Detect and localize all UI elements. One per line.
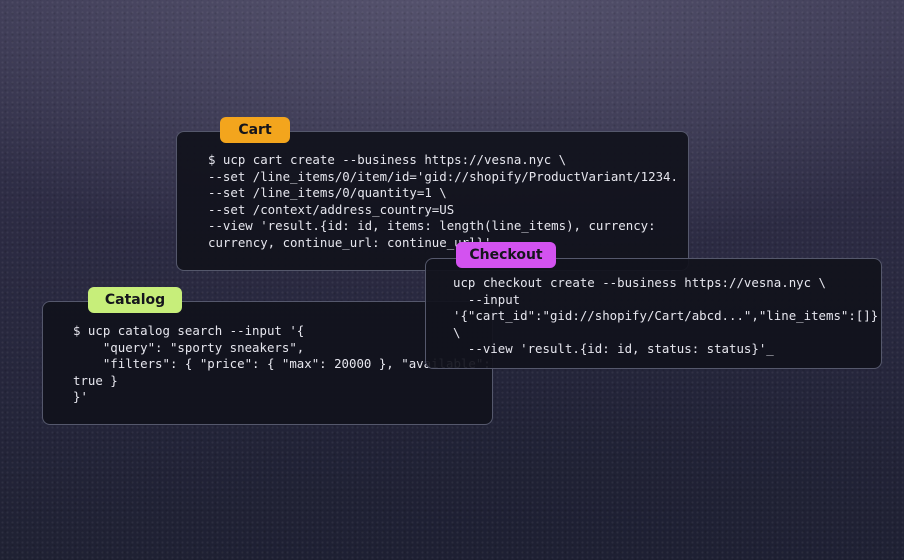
code-line: --view 'result.{id: id, items: length(li… — [208, 218, 656, 234]
code-line: --set /line_items/0/quantity=1 \ — [208, 185, 447, 201]
code-line: }' — [73, 389, 88, 405]
cart-code-block: $ ucp cart create --business https://ves… — [208, 152, 678, 252]
checkout-tag: Checkout — [456, 242, 556, 268]
code-line: --set /context/address_country=US — [208, 201, 455, 217]
cart-code-panel: $ ucp cart create --business https://ves… — [176, 131, 689, 271]
cart-tag: Cart — [220, 117, 290, 143]
code-line: $ ucp cart create --business https://ves… — [208, 152, 567, 167]
code-line: --set /line_items/0/item/id='gid://shopi… — [208, 168, 678, 184]
code-line: '{"cart_id":"gid://shopify/Cart/abcd..."… — [453, 308, 882, 324]
code-line: --input — [453, 291, 521, 307]
code-line: currency, continue_url: continue_url}' — [208, 234, 492, 250]
code-line: ucp checkout create --business https://v… — [453, 275, 826, 290]
code-line: $ ucp catalog search --input '{ — [73, 323, 305, 338]
checkout-code-block: ucp checkout create --business https://v… — [453, 275, 882, 358]
catalog-tag: Catalog — [88, 287, 182, 313]
code-line: "query": "sporty sneakers", — [73, 339, 305, 355]
code-line: true } — [73, 372, 118, 388]
code-line: \ — [453, 324, 461, 340]
code-line: --view 'result.{id: id, status: status}'… — [453, 341, 774, 357]
checkout-code-panel: ucp checkout create --business https://v… — [425, 258, 882, 369]
